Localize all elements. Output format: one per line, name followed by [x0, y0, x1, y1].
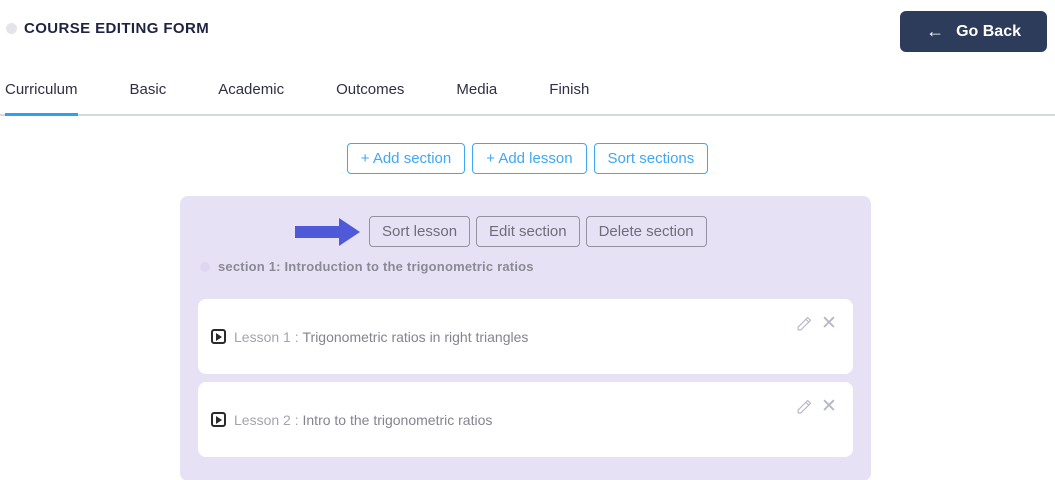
delete-section-button[interactable]: Delete section	[586, 216, 707, 247]
play-icon	[211, 412, 226, 427]
lesson-text: Lesson 2 : Intro to the trigonometric ra…	[234, 412, 492, 428]
tab-media[interactable]: Media	[456, 73, 497, 116]
title-bullet-icon	[6, 23, 17, 34]
section-panel: Sort lesson Edit section Delete section …	[180, 196, 871, 480]
lesson-title: Trigonometric ratios in right triangles	[303, 329, 529, 345]
curriculum-actions: + Add section + Add lesson Sort sections	[0, 143, 1055, 174]
page-title-wrap: COURSE EDITING FORM	[6, 20, 209, 37]
lesson-actions: ✕	[794, 313, 839, 333]
section-label: section 1: Introduction to the trigonome…	[200, 259, 853, 274]
pointer-arrow-icon	[295, 218, 360, 246]
section-bullet-icon	[200, 262, 210, 272]
sort-sections-button[interactable]: Sort sections	[594, 143, 709, 174]
lesson-card[interactable]: Lesson 1 : Trigonometric ratios in right…	[198, 299, 853, 374]
tab-outcomes[interactable]: Outcomes	[336, 73, 404, 116]
play-icon	[211, 329, 226, 344]
lesson-actions: ✕	[794, 396, 839, 416]
delete-lesson-icon[interactable]: ✕	[819, 313, 839, 333]
section-toolbar: Sort lesson Edit section Delete section	[295, 216, 853, 247]
edit-lesson-icon[interactable]	[794, 396, 814, 416]
lesson-card[interactable]: Lesson 2 : Intro to the trigonometric ra…	[198, 382, 853, 457]
tab-bar: Curriculum Basic Academic Outcomes Media…	[0, 73, 1055, 116]
go-back-label: Go Back	[956, 23, 1021, 41]
lesson-number: Lesson 2 :	[234, 412, 299, 428]
add-section-button[interactable]: + Add section	[347, 143, 465, 174]
go-back-button[interactable]: ← Go Back	[900, 11, 1047, 52]
back-arrow-icon: ←	[926, 21, 944, 42]
lesson-number: Lesson 1 :	[234, 329, 299, 345]
header: COURSE EDITING FORM ← Go Back	[0, 0, 1055, 52]
edit-lesson-icon[interactable]	[794, 313, 814, 333]
tab-curriculum[interactable]: Curriculum	[5, 73, 78, 116]
edit-section-button[interactable]: Edit section	[476, 216, 580, 247]
tab-finish[interactable]: Finish	[549, 73, 589, 116]
tab-basic[interactable]: Basic	[130, 73, 167, 116]
lesson-title: Intro to the trigonometric ratios	[303, 412, 493, 428]
add-lesson-button[interactable]: + Add lesson	[472, 143, 586, 174]
sort-lesson-button[interactable]: Sort lesson	[369, 216, 470, 247]
page-title: COURSE EDITING FORM	[24, 20, 209, 37]
lesson-text: Lesson 1 : Trigonometric ratios in right…	[234, 329, 528, 345]
tab-academic[interactable]: Academic	[218, 73, 284, 116]
delete-lesson-icon[interactable]: ✕	[819, 396, 839, 416]
section-title: section 1: Introduction to the trigonome…	[218, 259, 534, 274]
